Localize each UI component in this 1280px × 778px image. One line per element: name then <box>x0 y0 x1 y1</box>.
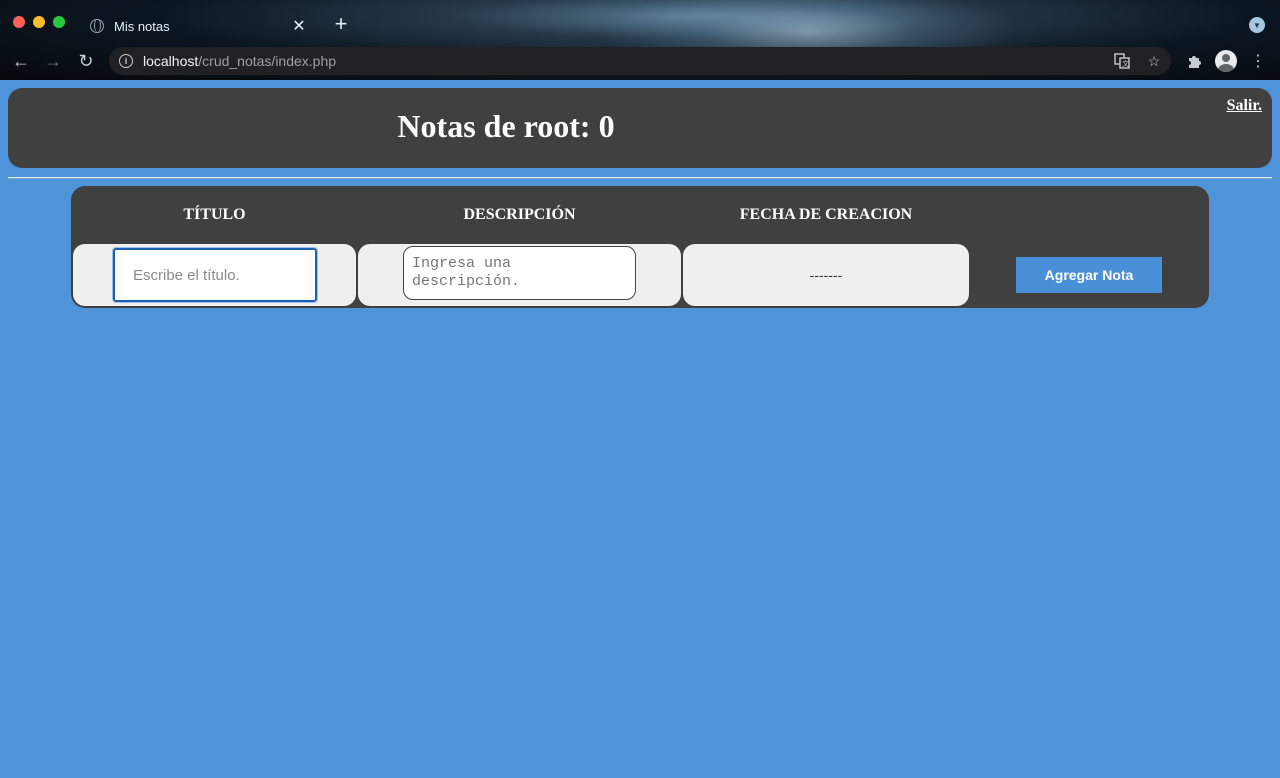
kebab-menu-icon[interactable]: ⋮ <box>1250 51 1266 71</box>
back-arrow-icon[interactable]: ← <box>10 50 32 72</box>
url-host: localhost <box>143 53 199 69</box>
window-minimize-button[interactable] <box>33 16 45 28</box>
close-icon[interactable]: ✕ <box>290 16 308 36</box>
address-bar[interactable]: i localhost/crud_notas/index.php 文 ☆ <box>109 47 1171 75</box>
info-icon[interactable]: i <box>119 54 133 68</box>
column-header-description: DESCRIPCIÓN <box>463 206 576 223</box>
star-icon[interactable]: ☆ <box>1145 51 1163 71</box>
title-input[interactable] <box>112 247 318 303</box>
page-title: Notas de root: 0 <box>397 108 615 144</box>
tab-title: Mis notas <box>114 18 170 34</box>
svg-text:文: 文 <box>1122 59 1129 68</box>
translate-icon[interactable]: 文 <box>1113 51 1131 71</box>
url-path: /crud_notas/index.php <box>198 53 337 69</box>
puzzle-icon[interactable] <box>1184 51 1204 71</box>
logout-link[interactable]: Salir. <box>1227 97 1262 115</box>
add-note-button[interactable]: Agregar Nota <box>1016 257 1162 293</box>
divider <box>8 177 1272 179</box>
column-header-date: FECHA DE CREACION <box>739 206 913 223</box>
window-maximize-button[interactable] <box>53 16 65 28</box>
date-cell: ------- <box>683 244 969 306</box>
avatar-icon[interactable] <box>1215 50 1237 72</box>
browser-tab[interactable]: Mis notas ✕ <box>78 9 320 43</box>
window-close-button[interactable] <box>13 16 25 28</box>
profile-menu-icon[interactable]: ▼ <box>1249 17 1265 33</box>
description-input[interactable] <box>403 246 636 300</box>
plus-icon[interactable]: + <box>330 13 352 35</box>
column-header-title: TÍTULO <box>183 206 246 223</box>
reload-icon[interactable]: ↻ <box>75 50 97 72</box>
forward-arrow-icon[interactable]: → <box>42 50 64 72</box>
browser-chrome: Mis notas ✕ + ▼ ← → ↻ i localhost/crud_n… <box>0 0 1280 80</box>
globe-icon <box>90 19 104 33</box>
